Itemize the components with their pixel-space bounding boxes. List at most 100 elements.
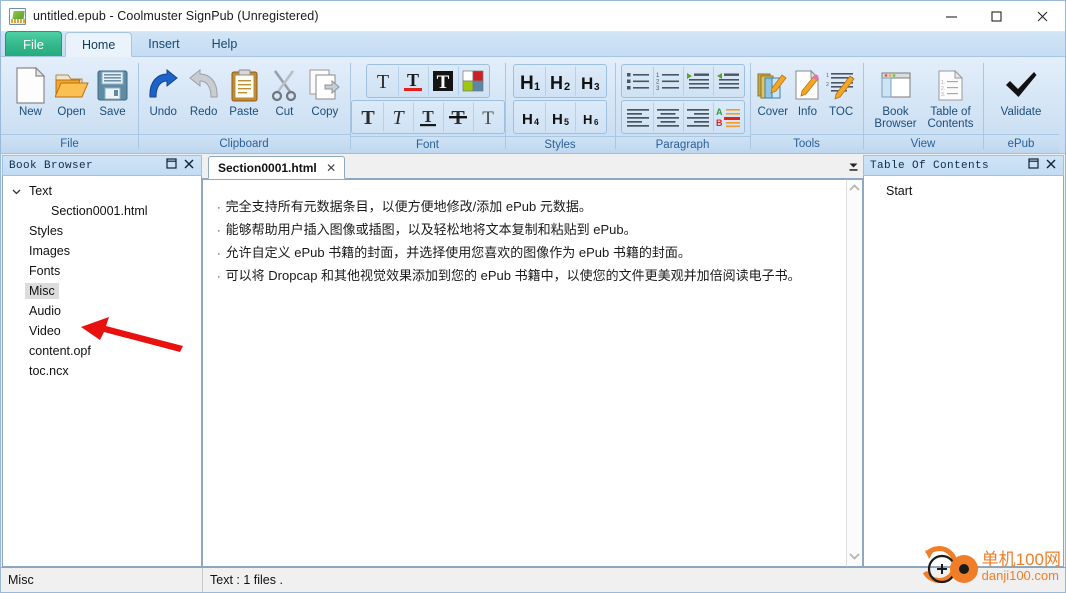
strikethrough-icon[interactable]: T: [442, 102, 473, 132]
tree-item-fonts[interactable]: Fonts: [3, 261, 201, 281]
close-button[interactable]: [1019, 1, 1065, 31]
heading-2-icon[interactable]: H2: [545, 66, 575, 96]
svg-text:T: T: [376, 71, 388, 93]
heading-5-icon[interactable]: H5: [545, 102, 575, 132]
paragraph-row-1: 123: [620, 64, 745, 98]
save-button-label: Save: [99, 106, 126, 118]
bold-icon[interactable]: T: [353, 102, 383, 132]
svg-text:1: 1: [826, 73, 829, 79]
open-folder-icon: [51, 64, 92, 106]
tree-item-toc-ncx[interactable]: toc.ncx: [3, 361, 201, 381]
svg-text:6: 6: [594, 118, 599, 127]
svg-text:T: T: [436, 72, 449, 93]
table-of-contents-header: Table Of Contents: [863, 155, 1064, 176]
table-of-contents-button[interactable]: 1. 2. 3. Table of Contents: [923, 62, 978, 130]
status-selection: Misc: [1, 568, 203, 592]
open-button[interactable]: Open: [51, 62, 92, 130]
editor-line-4-text: 可以将 Dropcap 和其他视觉效果添加到您的 ePub 书籍中，以使您的文件…: [225, 268, 801, 283]
redo-button[interactable]: Redo: [183, 62, 223, 130]
tab-overflow-icon[interactable]: [843, 155, 863, 178]
tree-item-audio[interactable]: Audio: [3, 301, 201, 321]
tree-item-video[interactable]: Video: [3, 321, 201, 341]
new-button-label: New: [18, 106, 42, 118]
scroll-down-icon[interactable]: [848, 552, 861, 563]
ribbon-group-styles-label: Styles: [505, 136, 615, 153]
text-highlight-icon[interactable]: T: [427, 66, 458, 96]
tree-item-section0001[interactable]: Section0001.html: [3, 201, 201, 221]
tree-item-text[interactable]: Text: [3, 181, 201, 201]
chevron-down-icon[interactable]: [11, 186, 25, 197]
text-color-palette-icon[interactable]: [457, 66, 488, 96]
align-left-icon[interactable]: [623, 102, 653, 132]
tree-item-images-label: Images: [29, 244, 70, 258]
table-of-contents-panel: Table Of Contents Start: [863, 154, 1065, 567]
undo-button[interactable]: Undo: [143, 62, 183, 130]
redo-button-label: Redo: [189, 106, 218, 118]
new-button[interactable]: New: [10, 62, 51, 130]
toc-restore-icon[interactable]: [1028, 158, 1039, 173]
ribbon-group-view-label: View: [863, 134, 983, 153]
document-tab-section0001[interactable]: Section0001.html ✕: [208, 156, 345, 179]
dropcap-icon[interactable]: A B: [712, 102, 743, 132]
align-right-icon[interactable]: [682, 102, 713, 132]
copy-button[interactable]: Copy: [305, 62, 345, 130]
minimize-button[interactable]: [929, 1, 974, 31]
svg-text:3.: 3.: [941, 92, 945, 98]
table-of-contents-title: Table Of Contents: [870, 159, 990, 172]
numbered-list-icon[interactable]: 123: [652, 66, 683, 96]
svg-text:4: 4: [534, 117, 539, 127]
tab-home[interactable]: Home: [64, 32, 133, 57]
heading-1-icon[interactable]: H1: [515, 66, 545, 96]
tab-help[interactable]: Help: [196, 31, 254, 56]
cut-button[interactable]: Cut: [264, 62, 304, 130]
italic-icon[interactable]: T: [382, 102, 413, 132]
text-plain-icon[interactable]: T: [368, 66, 398, 96]
editor-line-3-text: 允许自定义 ePub 书籍的封面，并选择使用您喜欢的图像作为 ePub 书籍的封…: [225, 245, 691, 260]
book-browser-close-icon[interactable]: [184, 159, 194, 173]
cover-button-label: Cover: [757, 106, 789, 118]
font-row-1: T T T: [365, 64, 490, 98]
paragraph-row-2: A B: [620, 100, 745, 134]
ribbon: New Open Save File Undo Redo Paste Cut C…: [1, 57, 1065, 154]
text-underline-red-icon[interactable]: T: [397, 66, 428, 96]
align-center-icon[interactable]: [652, 102, 683, 132]
paste-button[interactable]: Paste: [224, 62, 264, 130]
toc-button[interactable]: 12 TOC: [824, 62, 858, 130]
info-button-label: Info: [797, 106, 818, 118]
book-browser-tree[interactable]: Text Section0001.html Styles Images Font…: [2, 176, 202, 567]
scroll-up-icon[interactable]: [848, 183, 861, 194]
editor-vertical-scrollbar[interactable]: [846, 179, 863, 567]
book-browser-button[interactable]: Book Browser: [868, 62, 923, 130]
bullet-list-icon[interactable]: [623, 66, 653, 96]
heading-4-icon[interactable]: H4: [515, 102, 545, 132]
toc-item-start[interactable]: Start: [864, 181, 1063, 201]
tab-file[interactable]: File: [5, 31, 62, 56]
decrease-indent-icon[interactable]: [712, 66, 743, 96]
heading-3-icon[interactable]: H3: [575, 66, 605, 96]
toc-close-icon[interactable]: [1046, 159, 1056, 173]
cover-button[interactable]: Cover: [755, 62, 791, 130]
validate-button[interactable]: Validate: [989, 62, 1053, 130]
svg-text:H: H: [581, 74, 593, 93]
editor-content[interactable]: · 完全支持所有元数据条目，以便方便地修改/添加 ePub 元数据。 · 能够帮…: [202, 179, 846, 567]
normal-text-icon[interactable]: T: [472, 102, 503, 132]
document-tab-bar: Section0001.html ✕: [202, 155, 863, 179]
undo-arrow-icon: [143, 64, 183, 106]
maximize-button[interactable]: [974, 1, 1019, 31]
validate-button-label: Validate: [1000, 106, 1042, 118]
table-of-contents-list[interactable]: Start: [863, 176, 1064, 567]
book-browser-restore-icon[interactable]: [166, 158, 177, 173]
cut-button-label: Cut: [275, 106, 294, 118]
tab-insert[interactable]: Insert: [132, 31, 195, 56]
heading-6-icon[interactable]: H6: [575, 102, 605, 132]
document-tab-close-icon[interactable]: ✕: [326, 161, 337, 175]
tree-item-images[interactable]: Images: [3, 241, 201, 261]
increase-indent-icon[interactable]: [682, 66, 713, 96]
tree-item-misc[interactable]: Misc: [3, 281, 201, 301]
tree-item-content-opf[interactable]: content.opf: [3, 341, 201, 361]
info-button[interactable]: Info: [791, 62, 825, 130]
underline-icon[interactable]: T: [412, 102, 443, 132]
save-button[interactable]: Save: [92, 62, 133, 130]
book-browser-icon: [868, 64, 923, 106]
tree-item-styles[interactable]: Styles: [3, 221, 201, 241]
